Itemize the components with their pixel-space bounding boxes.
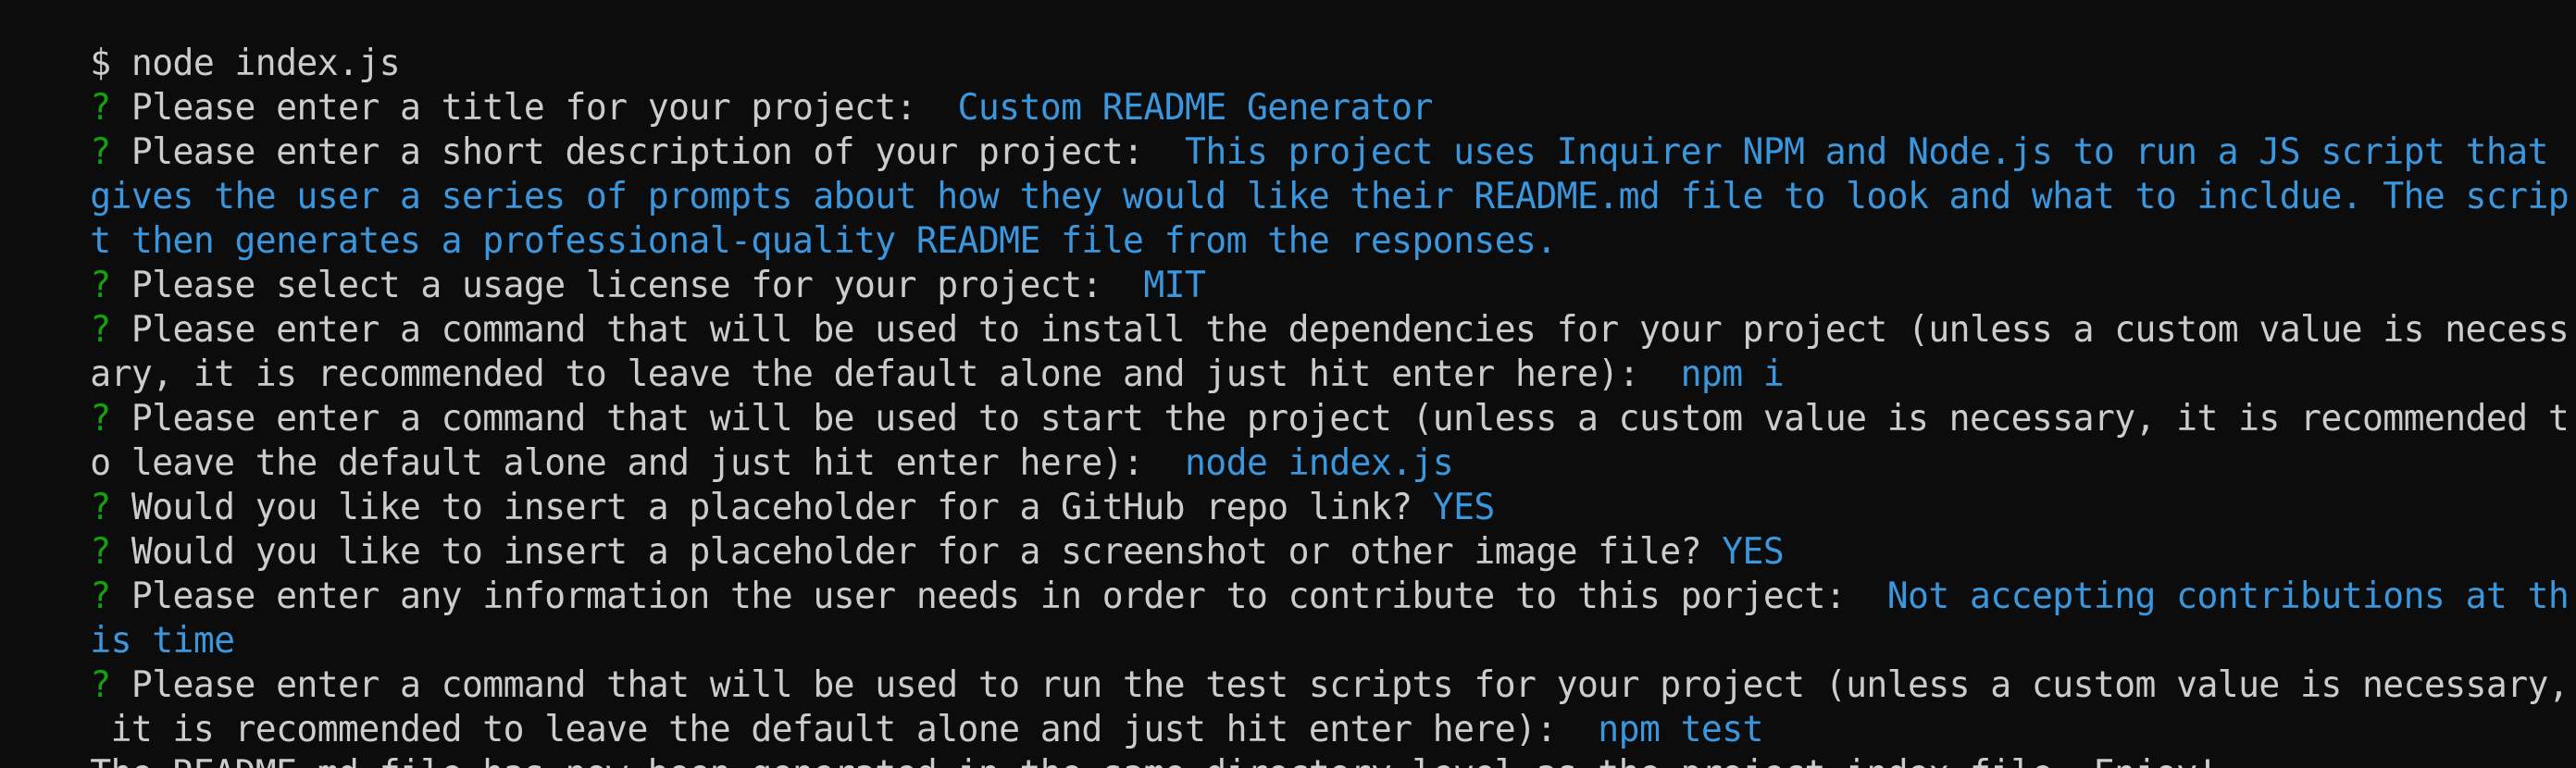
prompt-license: ? Please select a usage license for your…	[7, 219, 1206, 306]
final-message-line: The README.md file has now been generate…	[7, 708, 2218, 768]
prompt-screenshot: ? Would you like to insert a placeholder…	[7, 486, 1784, 573]
prompt-question: Please enter any information the user ne…	[110, 576, 1887, 617]
prompt-github-link: ? Would you like to insert a placeholder…	[7, 441, 1495, 528]
prompt-description-wrap-2: t then generates a professional-quality …	[7, 175, 1557, 262]
prompt-description: ? Please enter a short description of yo…	[7, 86, 2548, 173]
final-message: The README.md file has now been generate…	[90, 753, 2218, 768]
prompt-start-wrap: o leave the default alone and just hit e…	[7, 397, 1453, 484]
prompt-contribute-wrap: is time	[7, 575, 235, 662]
command-line: $ node index.js	[7, 0, 400, 84]
prompt-test: ? Please enter a command that will be us…	[7, 619, 2569, 706]
prompt-start: ? Please enter a command that will be us…	[7, 353, 2569, 440]
prompt-test-wrap: it is recommended to leave the default a…	[7, 663, 1764, 750]
prompt-title: ? Please enter a title for your project:…	[7, 42, 1433, 129]
prompt-install: ? Please enter a command that will be us…	[7, 264, 2569, 351]
prompt-install-wrap: ary, it is recommended to leave the defa…	[7, 308, 1784, 395]
prompt-description-wrap-1: gives the user a series of prompts about…	[7, 130, 2569, 217]
prompt-answer: Not accepting contributions at th	[1886, 576, 2570, 617]
prompt-contribute: ? Please enter any information the user …	[7, 530, 2569, 617]
terminal-window[interactable]: $ node index.js ? Please enter a title f…	[0, 0, 2576, 768]
